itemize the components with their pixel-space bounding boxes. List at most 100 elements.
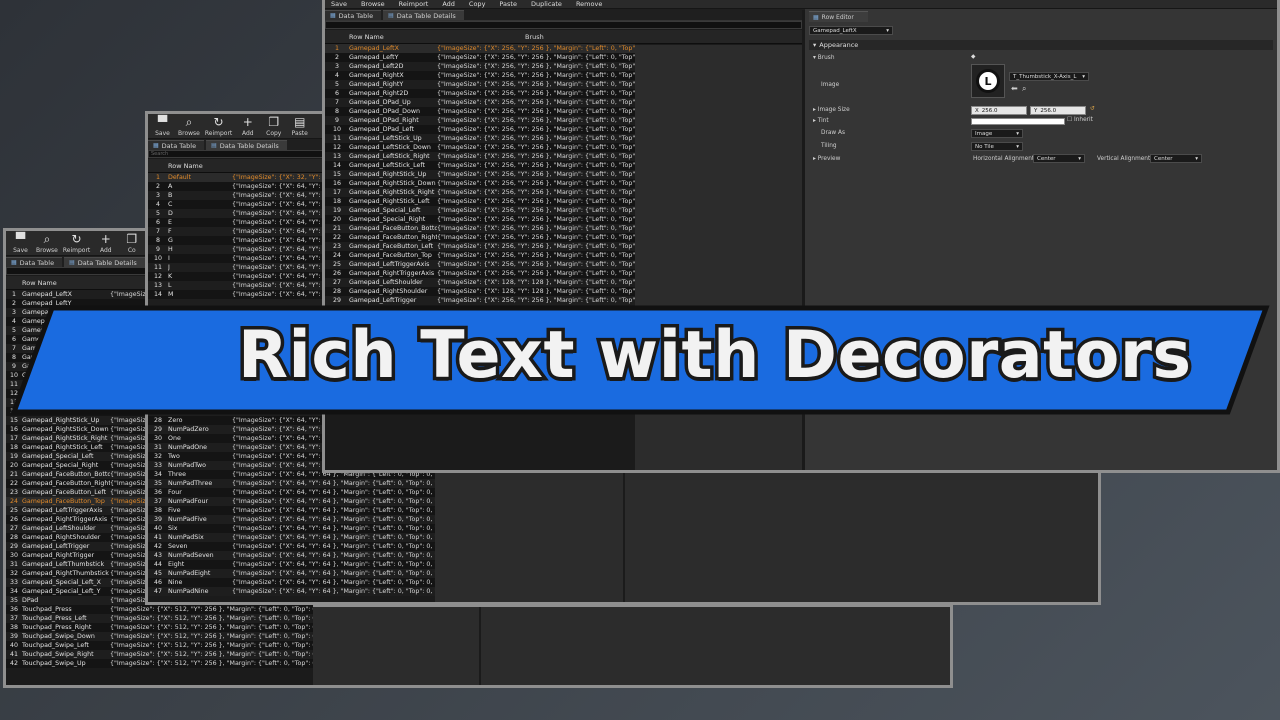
table-row[interactable]: 15 Gamepad_RightStick_Up {"ImageSize": {"X… [325,170,635,179]
inherit-checkbox[interactable]: ☐ Inherit [1067,117,1093,123]
table-row[interactable]: 37 Touchpad_Press_Left {"ImageSize": {"X":… [6,614,313,623]
tab-data-table-details[interactable]: ▤ Data Table Details [383,10,464,20]
tab-data-table[interactable]: ▦ Data Table [148,140,205,150]
table-row[interactable]: 44 Eight {"ImageSize": {"X": 64, "Y": 64 }… [148,560,435,569]
row-select-dropdown[interactable]: Gamepad_LeftX ▾ [809,26,893,35]
tiling-dropdown[interactable]: No Tile ▾ [971,142,1023,151]
table-row[interactable]: 20 Gamepad_Special_Right {"ImageSize": {"X… [325,215,635,224]
tab-data-table-details[interactable]: ▤ Data Table Details [206,140,287,150]
remove-button[interactable]: Remove [576,0,602,8]
browse-button[interactable]: ⌕ Browse [36,233,58,255]
table-row[interactable]: 29 Gamepad_LeftTrigger {"ImageSize": {"X":… [325,296,635,305]
table-row[interactable]: 43 NumPadSeven {"ImageSize": {"X": 64, "Y"… [148,551,435,560]
table-row[interactable]: 18 Gamepad_RightStick_Left {"ImageSize": {… [325,197,635,206]
table-row[interactable]: 3 Gamepad_Left2D {"ImageSize": {"X": 256, … [325,62,635,71]
image-size-x-field[interactable]: X 256.0 [971,106,1027,115]
horizontal-alignment-dropdown[interactable]: Center ▾ [1033,154,1085,163]
row-index: 37 [153,498,162,505]
search-icon[interactable]: ⌕ [1022,84,1026,94]
browse-button[interactable]: ⌕ Browse [178,116,200,138]
row-index: 27 [153,408,162,415]
co-button[interactable]: ❐ Co [121,233,142,255]
table-row[interactable]: 36 Four {"ImageSize": {"X": 64, "Y": 64 },… [148,488,435,497]
table-row[interactable]: 9 Gamepad_DPad_Right {"ImageSize": {"X": 2… [325,116,635,125]
image-asset-dropdown[interactable]: T_Thumbstick_X-Axis_L ▾ [1009,72,1089,81]
add-button[interactable]: Add [442,0,455,8]
browse-button[interactable]: Browse [361,0,385,8]
table-row[interactable]: 26 Gamepad_RightTriggerAxis {"ImageSize": … [325,269,635,278]
row-name-cell: Touchpad_Press_Right [22,624,92,631]
tab-row-editor[interactable]: ▦ Row Editor [809,11,868,22]
paste-button[interactable]: Paste [499,0,517,8]
paste-button[interactable]: ▤ Paste [289,116,310,138]
table-row[interactable]: 37 NumPadFour {"ImageSize": {"X": 64, "Y":… [148,497,435,506]
table-row[interactable]: 12 Gamepad_LeftStick_Down {"ImageSize": {"… [325,143,635,152]
table-row[interactable]: 38 Five {"ImageSize": {"X": 64, "Y": 64 },… [148,506,435,515]
table-row[interactable]: 7 Gamepad_DPad_Up {"ImageSize": {"X": 256,… [325,98,635,107]
save-button[interactable]: ▀ Save [10,233,31,255]
reimport-button[interactable]: ↻ Reimport [63,233,90,255]
table-row[interactable]: 21 Gamepad_FaceButton_Bottom {"ImageSize":… [325,224,635,233]
table-row[interactable]: 41 Touchpad_Swipe_Right {"ImageSize": {"X"… [6,650,313,659]
tab-data-table[interactable]: ▦ Data Table [6,257,63,267]
table-row[interactable]: 40 Touchpad_Swipe_Left {"ImageSize": {"X":… [6,641,313,650]
table-row[interactable]: 11 Gamepad_LeftStick_Up {"ImageSize": {"X"… [325,134,635,143]
table-row[interactable]: 27 Gamepad_LeftShoulder {"ImageSize": {"X"… [325,278,635,287]
arrow-left-icon[interactable]: ⬅ [1011,84,1018,93]
table-row[interactable]: 42 Touchpad_Swipe_Up {"ImageSize": {"X": 5… [6,659,313,668]
table-row[interactable]: 46 Nine {"ImageSize": {"X": 64, "Y": 64 },… [148,578,435,587]
duplicate-button[interactable]: Duplicate [531,0,562,8]
table-row[interactable]: 25 Gamepad_LeftTriggerAxis {"ImageSize": {… [325,260,635,269]
table-row[interactable]: 16 Gamepad_RightStick_Down {"ImageSize": {… [325,179,635,188]
table-row[interactable]: 36 Touchpad_Press {"ImageSize": {"X": 512,… [6,605,313,614]
reimport-button[interactable]: ↻ Reimport [205,116,232,138]
image-size-y-field[interactable]: Y 256.0 [1030,106,1086,115]
table-row[interactable]: 4 Gamepad_RightX {"ImageSize": {"X": 256, … [325,71,635,80]
tab-data-table[interactable]: ▦ Data Table [325,10,382,20]
reset-arrow-icon[interactable]: ↺ [1090,106,1095,112]
reset-diamond-icon[interactable]: ◆ [971,54,975,60]
save-button-label: Save [13,247,28,254]
save-button[interactable]: ▀ Save [152,116,173,138]
row-index: 24 [9,498,18,505]
tab-data-table-details[interactable]: ▤ Data Table Details [64,257,145,267]
row-select-value: Gamepad_LeftX [813,27,857,34]
search-input[interactable] [325,21,802,29]
draw-as-dropdown[interactable]: Image ▾ [971,129,1023,138]
table-row[interactable]: 28 Gamepad_RightShoulder {"ImageSize": {"X… [325,287,635,296]
table-row[interactable]: 14 Gamepad_LeftStick_Left {"ImageSize": {"… [325,161,635,170]
table-row[interactable]: 38 Touchpad_Press_Right {"ImageSize": {"X"… [6,623,313,632]
table-row[interactable]: 41 NumPadSix {"ImageSize": {"X": 64, "Y": … [148,533,435,542]
table-row[interactable]: 8 Gamepad_DPad_Down {"ImageSize": {"X": 25… [325,107,635,116]
table-row[interactable]: 42 Seven {"ImageSize": {"X": 64, "Y": 64 }… [148,542,435,551]
table-row[interactable]: 35 NumPadThree {"ImageSize": {"X": 64, "Y"… [148,479,435,488]
table-row[interactable]: 39 Touchpad_Swipe_Down {"ImageSize": {"X":… [6,632,313,641]
row-index: 32 [153,453,162,460]
table-row[interactable]: 13 Gamepad_LeftStick_Right {"ImageSize": {… [325,152,635,161]
table-row[interactable]: 10 Gamepad_DPad_Left {"ImageSize": {"X": 2… [325,125,635,134]
table-row[interactable]: 40 Six {"ImageSize": {"X": 64, "Y": 64 }, … [148,524,435,533]
row-index: 23 [332,243,341,250]
copy-button[interactable]: ❐ Copy [263,116,284,138]
table-row[interactable]: 23 Gamepad_FaceButton_Left {"ImageSize": {… [325,242,635,251]
vertical-alignment-dropdown[interactable]: Center ▾ [1150,154,1202,163]
table-row[interactable]: 5 Gamepad_RightY {"ImageSize": {"X": 256, … [325,80,635,89]
reimport-button[interactable]: Reimport [399,0,429,8]
table-row[interactable]: 1 Gamepad_LeftX {"ImageSize": {"X": 256, "… [325,44,635,53]
table-row[interactable]: 45 NumPadEight {"ImageSize": {"X": 64, "Y"… [148,569,435,578]
save-button[interactable]: Save [331,0,347,8]
appearance-section[interactable]: ▾ Appearance [809,40,1273,50]
table-row[interactable]: 19 Gamepad_Special_Left {"ImageSize": {"X"… [325,206,635,215]
table-row[interactable]: 47 NumPadNine {"ImageSize": {"X": 64, "Y":… [148,587,435,596]
add-button[interactable]: + Add [95,233,116,255]
table-row[interactable]: 24 Gamepad_FaceButton_Top {"ImageSize": {"… [325,251,635,260]
table-row[interactable]: 2 Gamepad_LeftY {"ImageSize": {"X": 256, "… [325,53,635,62]
table-row[interactable]: 17 Gamepad_RightStick_Right {"ImageSize": … [325,188,635,197]
table-row[interactable]: 6 Gamepad_Right2D {"ImageSize": {"X": 256,… [325,89,635,98]
image-thumbnail[interactable]: L [971,64,1005,98]
add-button[interactable]: + Add [237,116,258,138]
copy-button[interactable]: Copy [469,0,486,8]
table-row[interactable]: 22 Gamepad_FaceButton_Right {"ImageSize": … [325,233,635,242]
tint-color-swatch[interactable] [971,118,1065,125]
table-row[interactable]: 39 NumPadFive {"ImageSize": {"X": 64, "Y":… [148,515,435,524]
